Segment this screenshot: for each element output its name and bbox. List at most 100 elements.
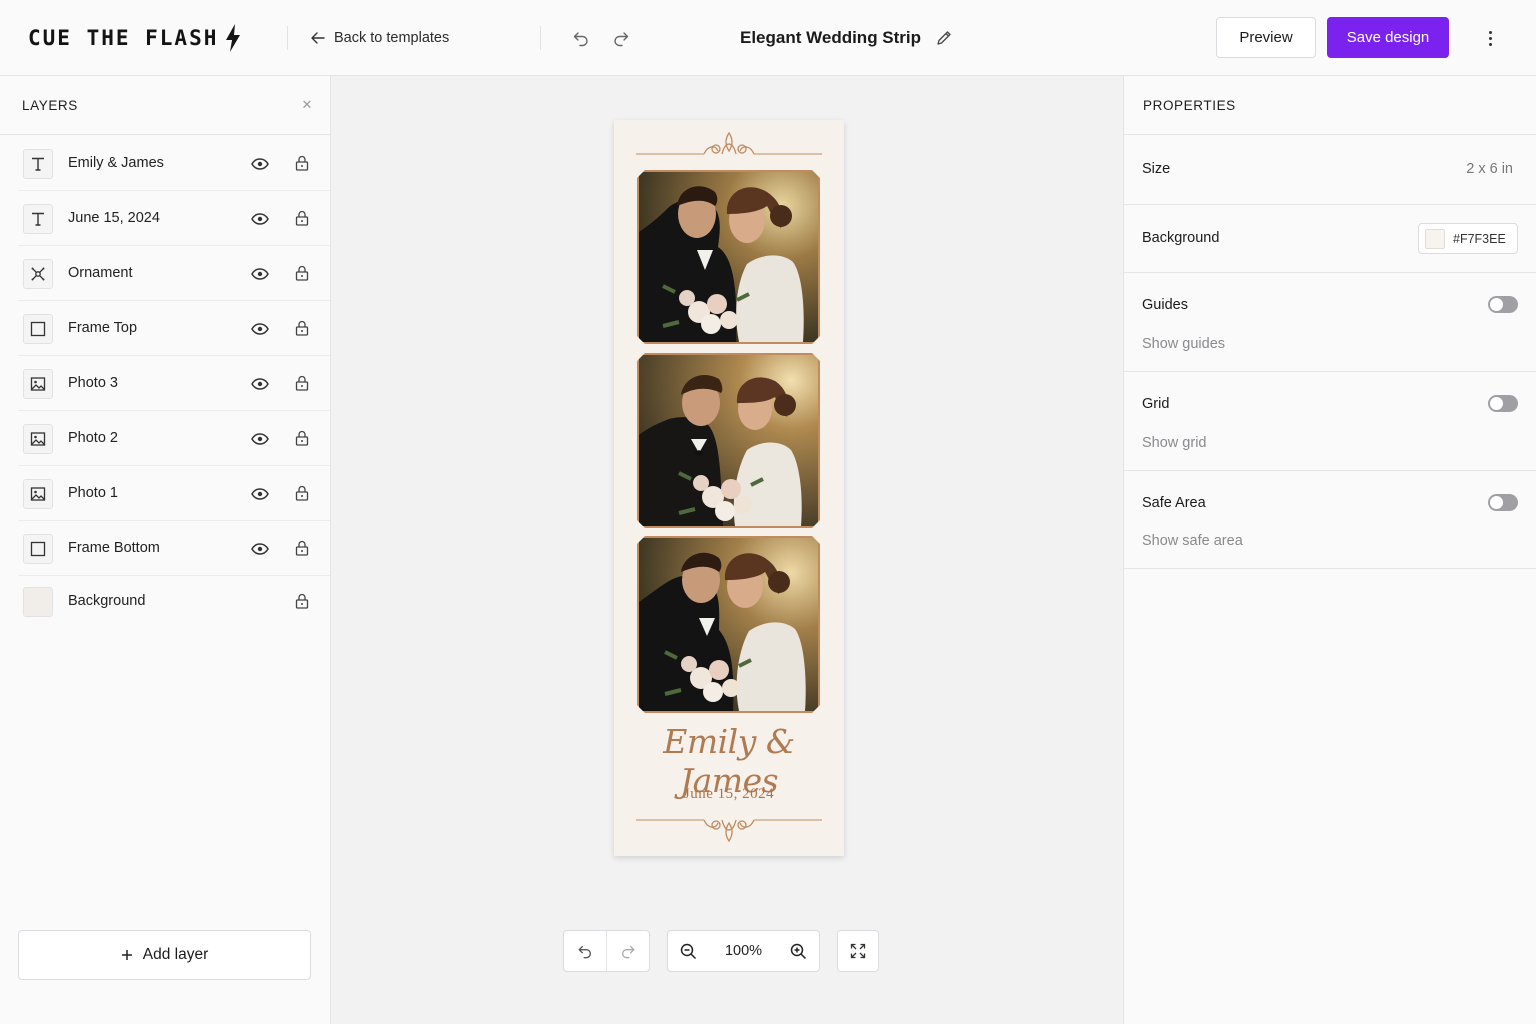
- background-section: Background #F7F3EE: [1124, 205, 1536, 273]
- lock-icon[interactable]: [294, 209, 310, 227]
- layer-name: Photo 2: [68, 430, 118, 446]
- layer-item-background[interactable]: Background: [18, 574, 330, 629]
- back-label: Back to templates: [334, 30, 450, 46]
- pencil-edit-icon[interactable]: [935, 29, 953, 47]
- layer-item-frame-bottom[interactable]: Frame Bottom: [18, 521, 330, 576]
- eye-icon[interactable]: [251, 210, 269, 228]
- brand-logo[interactable]: CUE THE FLASH: [28, 22, 242, 54]
- save-design-button[interactable]: Save design: [1327, 17, 1449, 58]
- fit-to-screen-button[interactable]: [838, 931, 878, 971]
- layer-item-photo-2[interactable]: Photo 2: [18, 411, 330, 466]
- canvas-redo-button[interactable]: [607, 931, 650, 971]
- zoom-in-icon: [790, 943, 806, 959]
- properties-title: PROPERTIES: [1143, 97, 1236, 113]
- color-swatch: [1425, 228, 1445, 249]
- grid-section: Grid Show grid: [1124, 372, 1536, 471]
- plus-icon: [121, 950, 132, 960]
- size-section: Size 2 x 6 in: [1124, 136, 1536, 205]
- close-icon[interactable]: ✕: [300, 97, 314, 112]
- eye-icon[interactable]: [251, 485, 269, 503]
- eye-icon[interactable]: [251, 265, 269, 283]
- lightning-bolt-icon: [226, 24, 241, 52]
- grid-toggle[interactable]: [1488, 395, 1518, 412]
- divider: [287, 26, 288, 50]
- guides-toggle[interactable]: [1488, 296, 1518, 313]
- lock-icon[interactable]: [294, 154, 310, 172]
- eye-icon[interactable]: [251, 540, 269, 558]
- safe-area-section: Safe Area Show safe area: [1124, 471, 1536, 569]
- add-layer-button[interactable]: Add layer: [18, 930, 311, 980]
- back-to-templates-link[interactable]: Back to templates: [310, 26, 449, 50]
- text-icon: [23, 149, 53, 179]
- layer-item-photo-3[interactable]: Photo 3: [18, 356, 330, 411]
- image-icon: [23, 479, 53, 509]
- redo-icon: [614, 32, 629, 47]
- lock-icon[interactable]: [294, 264, 310, 282]
- couple-photo-1: [639, 172, 818, 342]
- square-icon: [23, 534, 53, 564]
- photo-frame-3[interactable]: [637, 536, 820, 713]
- guides-section: Guides Show guides: [1124, 273, 1536, 372]
- expand-icon: [850, 943, 866, 959]
- redo-icon: [621, 945, 635, 959]
- lock-icon[interactable]: [294, 539, 310, 557]
- redo-button[interactable]: [609, 26, 633, 50]
- strip-date-text[interactable]: June 15, 2024: [614, 786, 844, 803]
- couple-photo-3: [639, 538, 818, 711]
- layer-item-emily-james[interactable]: Emily & James: [18, 136, 330, 191]
- lock-icon[interactable]: [294, 374, 310, 392]
- image-icon: [23, 424, 53, 454]
- zoom-out-button[interactable]: [668, 931, 710, 971]
- layer-item-photo-1[interactable]: Photo 1: [18, 466, 330, 521]
- eye-icon[interactable]: [251, 320, 269, 338]
- more-options-icon[interactable]: [1478, 26, 1502, 50]
- zoom-level[interactable]: 100%: [710, 931, 778, 971]
- design-canvas[interactable]: Emily & James June 15, 2024 100%: [331, 76, 1123, 1024]
- layer-name: Frame Top: [68, 320, 138, 336]
- undo-button[interactable]: [569, 26, 593, 50]
- document-title-area: Elegant Wedding Strip: [740, 24, 953, 52]
- eye-icon[interactable]: [251, 430, 269, 448]
- square-icon: [23, 314, 53, 344]
- add-layer-label: Add layer: [142, 946, 209, 963]
- zoom-controls: 100%: [667, 930, 820, 972]
- layers-title: LAYERS: [22, 97, 78, 113]
- background-hex: #F7F3EE: [1453, 231, 1506, 246]
- grid-label: Grid: [1142, 396, 1170, 412]
- safe-area-toggle[interactable]: [1488, 494, 1518, 511]
- color-swatch-icon: [23, 587, 53, 617]
- lock-icon[interactable]: [294, 319, 310, 337]
- eye-icon[interactable]: [251, 155, 269, 173]
- preview-button[interactable]: Preview: [1216, 17, 1316, 58]
- image-icon: [23, 369, 53, 399]
- ornament-top[interactable]: [634, 130, 824, 164]
- ornament-bottom[interactable]: [634, 810, 824, 844]
- safe-area-label: Safe Area: [1142, 495, 1206, 511]
- lock-icon[interactable]: [294, 592, 310, 610]
- layer-item-date[interactable]: June 15, 2024: [18, 191, 330, 246]
- safe-area-description: Show safe area: [1142, 533, 1243, 549]
- lock-icon[interactable]: [294, 484, 310, 502]
- zoom-in-button[interactable]: [777, 931, 819, 971]
- text-icon: [23, 204, 53, 234]
- photo-strip[interactable]: Emily & James June 15, 2024: [614, 120, 844, 856]
- canvas-undo-button[interactable]: [564, 931, 607, 971]
- undo-icon: [573, 32, 588, 47]
- lock-icon[interactable]: [294, 429, 310, 447]
- layer-name: Photo 3: [68, 375, 118, 391]
- layer-item-ornament[interactable]: Ornament: [18, 246, 330, 301]
- layer-name: June 15, 2024: [68, 210, 160, 226]
- brand-name: CUE THE FLASH: [28, 26, 219, 50]
- document-title[interactable]: Elegant Wedding Strip: [740, 28, 921, 48]
- background-label: Background: [1142, 230, 1220, 246]
- layer-name: Background: [68, 593, 146, 609]
- top-bar: CUE THE FLASH Back to templates Elegant …: [0, 0, 1536, 76]
- zoom-out-icon: [681, 943, 697, 959]
- photo-frame-1[interactable]: [637, 170, 820, 344]
- properties-panel: PROPERTIES Size 2 x 6 in Background #F7F…: [1123, 76, 1536, 1024]
- ornament-icon: [23, 259, 53, 289]
- background-color-picker[interactable]: #F7F3EE: [1418, 223, 1518, 254]
- eye-icon[interactable]: [251, 375, 269, 393]
- photo-frame-2[interactable]: [637, 353, 820, 528]
- layer-item-frame-top[interactable]: Frame Top: [18, 301, 330, 356]
